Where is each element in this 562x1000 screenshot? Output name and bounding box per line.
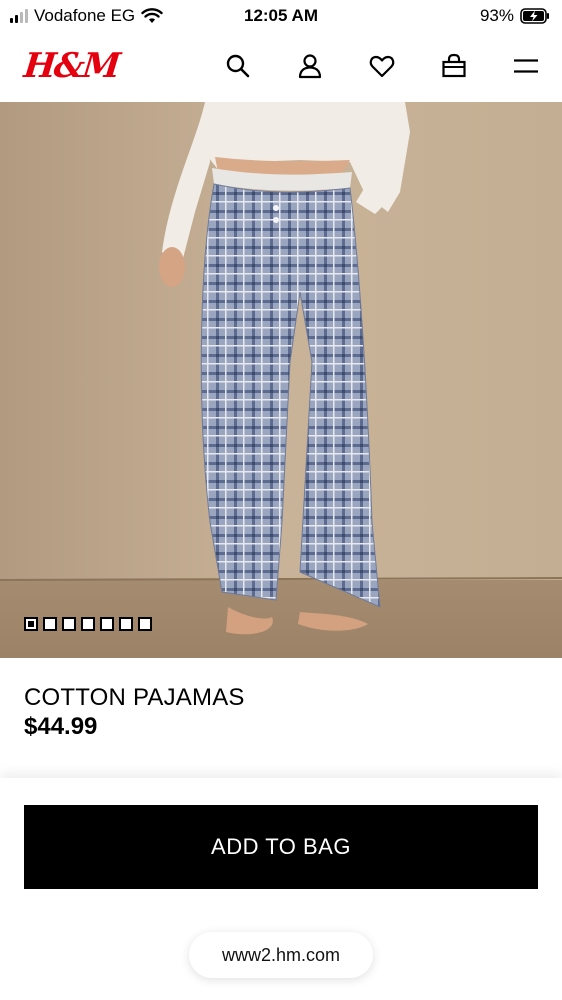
battery-percent: 93% [479, 6, 514, 25]
site-header: H&M [0, 32, 562, 102]
product-image-gallery[interactable] [0, 102, 562, 658]
shopping-bag-icon[interactable] [440, 52, 468, 80]
menu-icon[interactable] [512, 52, 540, 80]
account-icon[interactable] [296, 52, 324, 80]
browser-url-bar[interactable]: www2.hm.com [189, 932, 373, 978]
product-price: $44.99 [24, 713, 98, 740]
gallery-dot[interactable] [81, 617, 95, 631]
search-icon[interactable] [224, 52, 252, 80]
gallery-dot[interactable] [24, 617, 38, 631]
status-right: 93% [480, 6, 550, 26]
gallery-pagination [24, 617, 152, 631]
favorites-heart-icon[interactable] [368, 52, 396, 80]
clock: 12:05 AM [243, 6, 318, 25]
gallery-dot[interactable] [62, 617, 76, 631]
status-bar: Vodafone EG 12:05 AM 93% [0, 0, 562, 32]
product-photo [0, 102, 562, 658]
gallery-dot[interactable] [119, 617, 133, 631]
product-title: COTTON PAJAMAS [24, 684, 245, 711]
add-to-bag-button[interactable]: ADD TO BAG [24, 805, 538, 889]
gallery-dot[interactable] [43, 617, 57, 631]
gallery-dot[interactable] [138, 617, 152, 631]
battery-charging-icon [520, 8, 549, 24]
hm-logo[interactable]: H&M [22, 46, 121, 86]
gallery-dot[interactable] [100, 617, 114, 631]
